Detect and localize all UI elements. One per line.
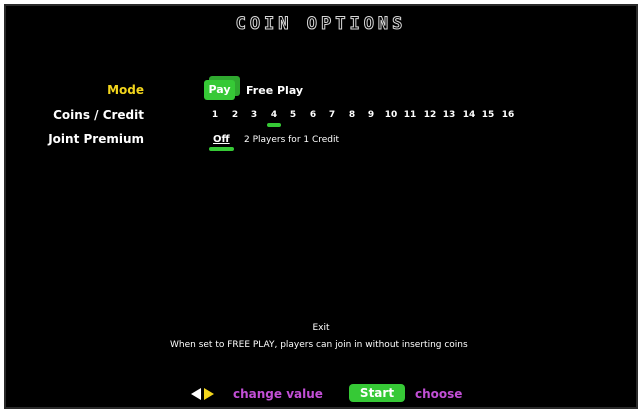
help-description: When set to FREE PLAY, players can join …: [170, 340, 468, 350]
coins-credit-option-15[interactable]: 15: [481, 110, 495, 120]
coins-credit-option-10[interactable]: 10: [384, 110, 398, 120]
coins-credit-option-3[interactable]: 3: [247, 110, 261, 120]
coins-credit-option-7[interactable]: 7: [325, 110, 339, 120]
mode-label: Mode: [107, 83, 144, 97]
coins-credit-option-9[interactable]: 9: [364, 110, 378, 120]
coins-credit-option-8[interactable]: 8: [345, 110, 359, 120]
coins-credit-option-11[interactable]: 11: [403, 110, 417, 120]
coins-credit-option-13[interactable]: 13: [442, 110, 456, 120]
game-screen: COIN OPTIONS Mode Pay Free Play Coins / …: [4, 4, 638, 409]
coins-credit-option-16[interactable]: 16: [501, 110, 515, 120]
screen-title: COIN OPTIONS: [235, 14, 407, 35]
joint-premium-selected-underline: [209, 147, 234, 151]
joint-premium-label: Joint Premium: [48, 132, 144, 146]
choose-hint: choose: [415, 387, 463, 401]
coins-credit-selected-underline: [267, 123, 281, 127]
coins-credit-option-14[interactable]: 14: [462, 110, 476, 120]
mode-option-free-play[interactable]: Free Play: [246, 84, 303, 97]
exit-option[interactable]: Exit: [6, 323, 636, 333]
coins-credit-option-4[interactable]: 4: [267, 110, 281, 120]
start-button[interactable]: Start: [349, 384, 405, 402]
coins-credit-option-2[interactable]: 2: [228, 110, 242, 120]
coins-credit-option-6[interactable]: 6: [306, 110, 320, 120]
coins-credit-option-1[interactable]: 1: [208, 110, 222, 120]
mode-option-pay[interactable]: Pay: [204, 80, 235, 100]
joint-premium-option-off[interactable]: Off: [213, 134, 230, 145]
coins-credit-option-5[interactable]: 5: [286, 110, 300, 120]
joint-premium-option-2p1c[interactable]: 2 Players for 1 Credit: [244, 135, 339, 145]
change-value-hint: change value: [233, 387, 323, 401]
arrow-left-icon: [191, 388, 201, 400]
coins-credit-option-12[interactable]: 12: [423, 110, 437, 120]
coins-credit-label: Coins / Credit: [53, 108, 144, 122]
arrow-right-icon: [204, 388, 214, 400]
